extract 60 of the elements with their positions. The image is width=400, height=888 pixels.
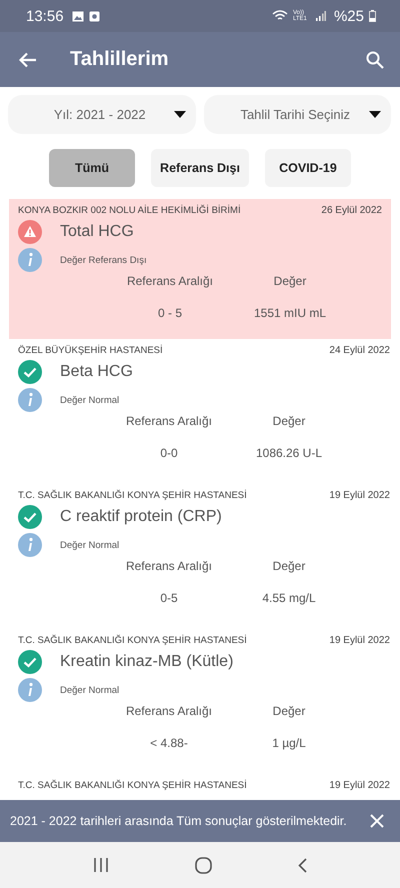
warning-icon [18,220,42,244]
filter-tab[interactable]: Referans Dışı [151,149,249,187]
snackbar-message: 2021 - 2022 tarihleri arasında Tüm sonuçlar gösterilmektedir. [10,814,348,828]
result-date: 26 Eylül 2022 [321,205,382,216]
signal-icon [316,11,326,21]
filter-tab[interactable]: Tümü [49,149,136,187]
result-status: Değer Normal [60,684,120,696]
column-label: Referans Aralığı [126,274,214,288]
column-label: Değer [272,274,308,288]
result-value: 1551 mIU mL [252,306,328,320]
column-label: Değer [272,559,306,573]
screen-title: Tahlillerim [70,48,170,71]
result-status: Değer Referans Dışı [60,254,147,266]
wifi-icon [272,10,288,22]
app-icon [88,10,100,22]
dropdown[interactable]: Tahlil Tarihi Seçiniz [204,95,391,134]
dropdown[interactable]: Yıl: 2021 - 2022 [8,95,196,134]
check-icon [18,505,42,529]
recent-apps-icon[interactable] [93,858,109,872]
result-date: 24 Eylül 2022 [329,345,390,356]
result-status: Değer Normal [60,540,120,550]
home-icon[interactable] [195,856,212,874]
clock: 13:56 [26,8,64,24]
battery-level: %25 [334,8,364,24]
hospital-name: KONYA BOZKIR 002 NOLU AİLE HEKİMLİĞİ BİRİMİ [18,205,241,216]
result-status: Değer Normal [60,394,120,406]
hospital-name: T.C. SAĞLIK BAKANLIĞI KONYA ŞEHİR HASTANESİ [18,635,247,646]
result-date: 19 Eylül 2022 [329,490,390,501]
check-icon [18,650,42,674]
filter-tab[interactable]: COVID-19 [264,149,351,187]
result-value: 4.55 mg/L [261,591,317,605]
image-icon [72,10,84,22]
result-value: 1 µg/L [271,736,307,750]
search-icon[interactable] [366,50,384,68]
hospital-name: T.C. SAĞLIK BAKANLIĞI KONYA ŞEHİR HASTANESİ [18,780,247,791]
back-arrow-icon[interactable] [19,52,37,68]
test-name: Total HCG [60,223,134,241]
reference-range: < 4.88- [149,736,189,750]
dropdown-arrow-icon [174,111,186,118]
back-icon[interactable] [298,858,307,872]
reference-range: 0-0 [159,446,179,460]
column-label: Değer [272,704,306,718]
test-name: Beta HCG [60,363,133,381]
test-name: Kreatin kinaz-MB (Kütle) [60,653,234,671]
result-date: 19 Eylül 2022 [329,780,390,791]
test-name: C reaktif protein (CRP) [60,508,222,526]
check-icon [18,360,42,384]
column-label: Referans Aralığı [124,414,214,428]
hospital-name: T.C. SAĞLIK BAKANLIĞI KONYA ŞEHİR HASTANESİ [18,490,247,501]
battery-icon [369,10,376,22]
hospital-name: ÖZEL BÜYÜKŞEHİR HASTANESİ [18,345,163,356]
reference-range: 0 - 5 [156,306,183,320]
column-label: Referans Aralığı [124,704,214,718]
column-label: Değer [272,414,306,428]
close-icon[interactable] [370,814,384,828]
dropdown-arrow-icon [369,111,381,118]
result-value: 1086.26 U-L [254,446,324,460]
column-label: Referans Aralığı [124,559,214,573]
result-date: 19 Eylül 2022 [329,635,390,646]
reference-range: 0-5 [159,591,179,605]
